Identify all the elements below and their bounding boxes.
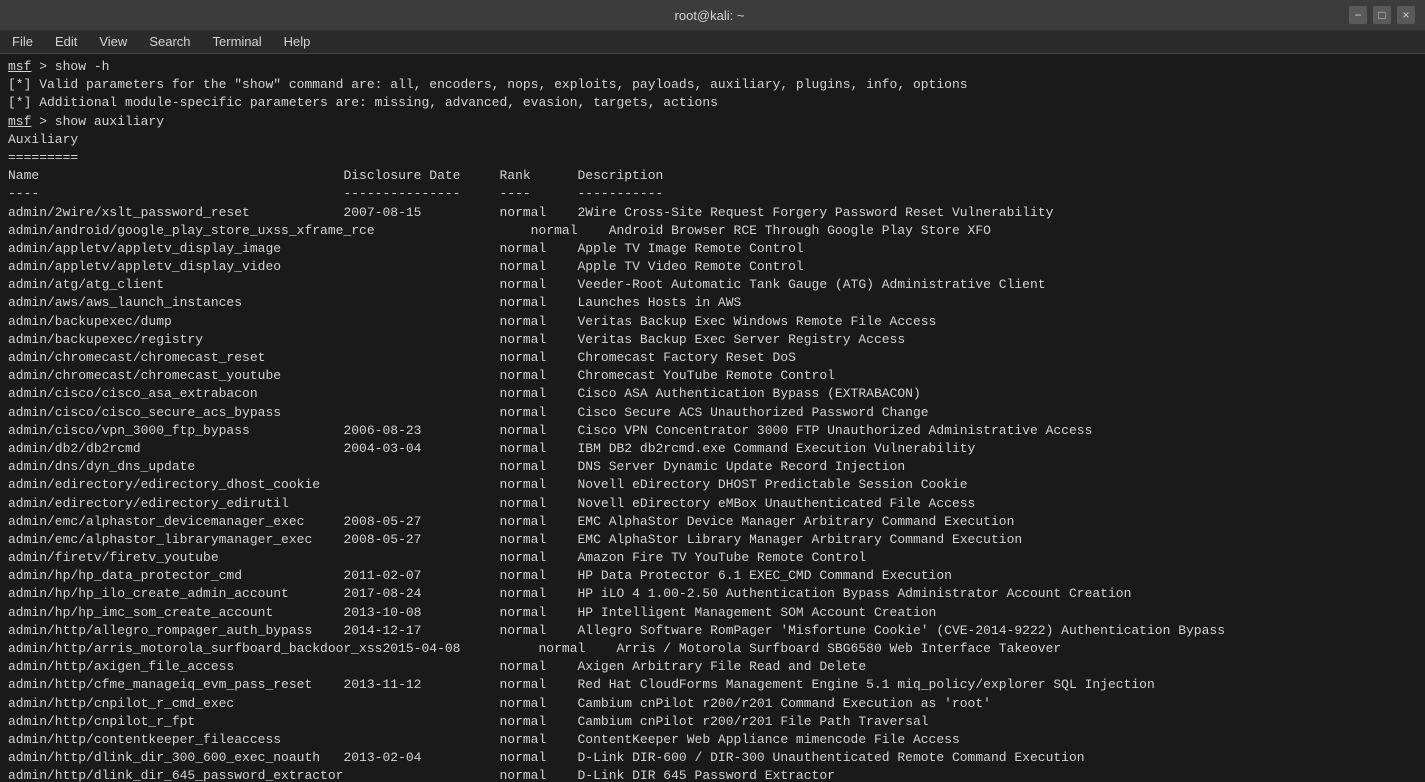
table-row: admin/appletv/appletv_display_video norm… xyxy=(8,258,1417,276)
table-row: admin/cisco/vpn_3000_ftp_bypass 2006-08-… xyxy=(8,422,1417,440)
maximize-button[interactable]: □ xyxy=(1373,6,1391,24)
menu-item-search[interactable]: Search xyxy=(143,32,196,51)
menu-item-view[interactable]: View xyxy=(93,32,133,51)
table-row: admin/android/google_play_store_uxss_xfr… xyxy=(8,222,1417,240)
table-row: admin/http/contentkeeper_fileaccess norm… xyxy=(8,731,1417,749)
table-row: admin/hp/hp_ilo_create_admin_account 201… xyxy=(8,585,1417,603)
prompt: msf xyxy=(8,59,31,74)
terminal-line: Auxiliary xyxy=(8,131,1417,149)
menu-item-file[interactable]: File xyxy=(6,32,39,51)
info-line: [*] Additional module-specific parameter… xyxy=(8,94,1417,112)
table-row: admin/aws/aws_launch_instances normal La… xyxy=(8,294,1417,312)
table-row: admin/appletv/appletv_display_image norm… xyxy=(8,240,1417,258)
table-row: admin/dns/dyn_dns_update normal DNS Serv… xyxy=(8,458,1417,476)
menu-bar: File Edit View Search Terminal Help xyxy=(0,30,1425,54)
table-row: admin/hp/hp_data_protector_cmd 2011-02-0… xyxy=(8,567,1417,585)
terminal-line: msf > show -h xyxy=(8,58,1417,76)
table-row: admin/http/axigen_file_access normal Axi… xyxy=(8,658,1417,676)
table-row: admin/firetv/firetv_youtube normal Amazo… xyxy=(8,549,1417,567)
table-row: admin/http/arris_motorola_surfboard_back… xyxy=(8,640,1417,658)
table-separator: ---- --------------- ---- ----------- xyxy=(8,185,1417,203)
table-row: admin/emc/alphastor_librarymanager_exec … xyxy=(8,531,1417,549)
window-controls: − □ × xyxy=(1349,6,1415,24)
table-row: admin/edirectory/edirectory_edirutil nor… xyxy=(8,495,1417,513)
table-row: admin/chromecast/chromecast_youtube norm… xyxy=(8,367,1417,385)
table-row: admin/db2/db2rcmd 2004-03-04 normal IBM … xyxy=(8,440,1417,458)
title-bar: root@kali: ~ − □ × xyxy=(0,0,1425,30)
table-row: admin/hp/hp_imc_som_create_account 2013-… xyxy=(8,604,1417,622)
terminal-content[interactable]: msf > show -h[*] Valid parameters for th… xyxy=(0,54,1425,782)
close-button[interactable]: × xyxy=(1397,6,1415,24)
minimize-button[interactable]: − xyxy=(1349,6,1367,24)
command-text: > show -h xyxy=(31,59,109,74)
info-line: [*] Valid parameters for the "show" comm… xyxy=(8,76,1417,94)
table-row: admin/chromecast/chromecast_reset normal… xyxy=(8,349,1417,367)
window-title: root@kali: ~ xyxy=(70,8,1349,23)
command-text: > show auxiliary xyxy=(31,114,164,129)
table-row: admin/2wire/xslt_password_reset 2007-08-… xyxy=(8,204,1417,222)
menu-item-help[interactable]: Help xyxy=(278,32,317,51)
table-row: admin/emc/alphastor_devicemanager_exec 2… xyxy=(8,513,1417,531)
table-row: admin/http/dlink_dir_300_600_exec_noauth… xyxy=(8,749,1417,767)
table-row: admin/http/cnpilot_r_cmd_exec normal Cam… xyxy=(8,695,1417,713)
prompt: msf xyxy=(8,114,31,129)
table-row: admin/http/cfme_manageiq_evm_pass_reset … xyxy=(8,676,1417,694)
table-row: admin/edirectory/edirectory_dhost_cookie… xyxy=(8,476,1417,494)
terminal-window: root@kali: ~ − □ × File Edit View Search Ter… xyxy=(0,0,1425,782)
table-row: admin/atg/atg_client normal Veeder-Root … xyxy=(8,276,1417,294)
table-row: admin/http/cnpilot_r_fpt normal Cambium … xyxy=(8,713,1417,731)
table-row: admin/http/dlink_dir_645_password_extrac… xyxy=(8,767,1417,782)
terminal-line: msf > show auxiliary xyxy=(8,113,1417,131)
table-row: admin/backupexec/registry normal Veritas… xyxy=(8,331,1417,349)
menu-item-terminal[interactable]: Terminal xyxy=(207,32,268,51)
table-row: admin/cisco/cisco_secure_acs_bypass norm… xyxy=(8,404,1417,422)
table-row: admin/http/allegro_rompager_auth_bypass … xyxy=(8,622,1417,640)
menu-item-edit[interactable]: Edit xyxy=(49,32,83,51)
table-row: admin/cisco/cisco_asa_extrabacon normal … xyxy=(8,385,1417,403)
terminal-line: ========= xyxy=(8,149,1417,167)
table-row: admin/backupexec/dump normal Veritas Bac… xyxy=(8,313,1417,331)
table-header: Name Disclosure Date Rank Description xyxy=(8,167,1417,185)
